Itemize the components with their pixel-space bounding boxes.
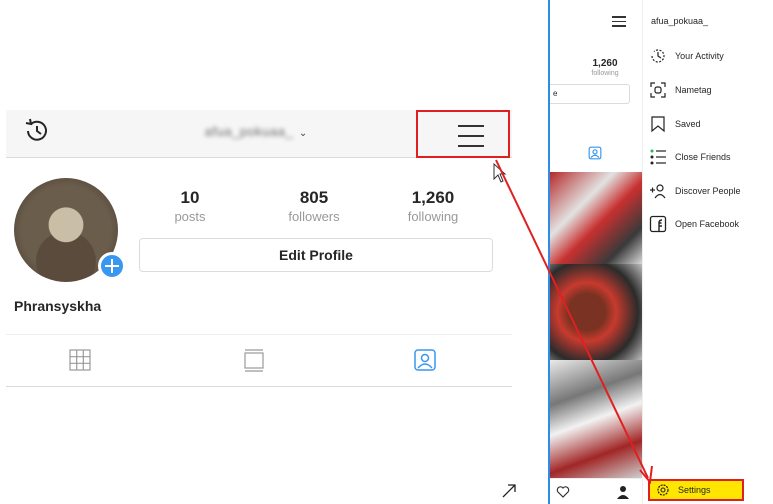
posts-label: posts [174, 209, 206, 224]
posts-stat: 10 posts [145, 188, 235, 224]
side-drawer: afua_pokuaa_ Your Activity Nametag Saved [642, 0, 773, 504]
edit-profile-button[interactable]: Edit Profile [139, 238, 493, 272]
menu-item-discover-people[interactable]: Discover People [649, 181, 741, 201]
followers-stat[interactable]: 805 followers [269, 188, 359, 224]
following-label: following [407, 209, 459, 224]
bottom-nav [550, 478, 642, 504]
menu-item-close-friends[interactable]: Close Friends [649, 147, 731, 167]
divider [6, 386, 512, 387]
profile-top-bar: afua_pokuaa_ ⌄ [6, 110, 512, 158]
divider [6, 334, 512, 335]
following-label-small: following [591, 70, 619, 77]
photo-thumbnail[interactable] [550, 172, 642, 264]
menu-item-label: Saved [675, 119, 701, 129]
menu-item-label: Open Facebook [675, 219, 740, 229]
menu-item-your-activity[interactable]: Your Activity [649, 46, 724, 66]
gear-icon [657, 484, 669, 496]
display-name: Phransyskha [14, 298, 102, 314]
nametag-icon [650, 82, 666, 98]
drawer-username: afua_pokuaa_ [651, 16, 709, 26]
menu-item-label: Discover People [675, 186, 741, 196]
facebook-icon [649, 215, 667, 233]
menu-item-saved[interactable]: Saved [649, 114, 701, 134]
followers-label: followers [288, 209, 340, 224]
chevron-down-icon: ⌄ [298, 128, 308, 139]
settings-label: Settings [678, 485, 711, 495]
following-count-small: 1,260 [592, 58, 618, 69]
tagged-photos-icon[interactable] [588, 146, 602, 160]
menu-item-open-facebook[interactable]: Open Facebook [649, 214, 739, 234]
following-stat[interactable]: 1,260 following [388, 188, 478, 224]
expand-arrow-icon [502, 484, 516, 498]
posts-count: 10 [180, 188, 200, 207]
grid-view-icon[interactable] [68, 348, 92, 372]
profile-icon[interactable] [616, 485, 630, 499]
mouse-cursor-icon [493, 162, 507, 183]
activity-icon [651, 49, 665, 63]
menu-item-label: Close Friends [675, 152, 731, 162]
history-icon[interactable] [22, 116, 52, 146]
hamburger-icon[interactable] [612, 16, 626, 30]
feed-view-icon[interactable] [242, 348, 266, 372]
username-text: afua_pokuaa_ [204, 124, 294, 139]
menu-item-label: Nametag [675, 85, 712, 95]
photo-thumbnail[interactable] [550, 360, 642, 478]
following-count: 1,260 [411, 188, 455, 207]
close-friends-icon [650, 149, 666, 165]
hamburger-menu-button[interactable] [416, 110, 510, 158]
window-edge [548, 0, 550, 504]
menu-item-label: Your Activity [675, 51, 724, 61]
edit-profile-fragment[interactable]: e [548, 84, 630, 104]
username-dropdown[interactable]: afua_pokuaa_ ⌄ [176, 124, 336, 139]
tagged-photos-icon[interactable] [413, 348, 437, 372]
photo-thumbnail[interactable] [550, 264, 642, 360]
heart-icon[interactable] [556, 485, 570, 499]
add-story-icon[interactable] [98, 252, 126, 280]
followers-count: 805 [299, 188, 329, 207]
drawer-screenshot: 1,260 following e afua_pokuaa_ Your Acti… [548, 0, 773, 504]
bookmark-icon [651, 116, 665, 133]
menu-item-nametag[interactable]: Nametag [649, 80, 712, 100]
add-person-icon [650, 184, 666, 199]
profile-screen: afua_pokuaa_ ⌄ 10 posts 805 followers 1,… [6, 110, 512, 390]
settings-button[interactable]: Settings [648, 479, 744, 501]
